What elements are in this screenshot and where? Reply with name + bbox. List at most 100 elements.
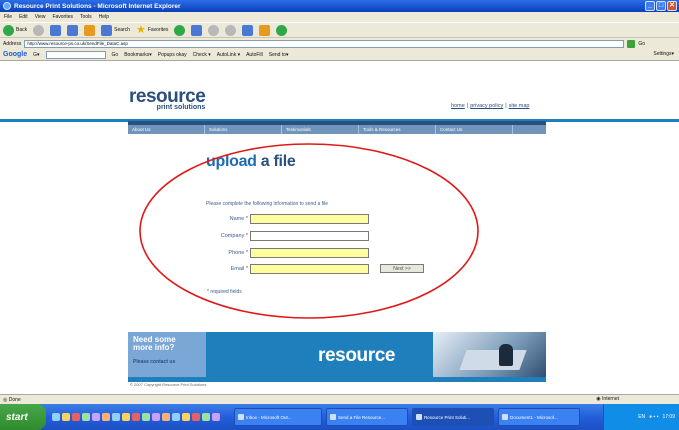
- window-title: Resource Print Solutions - Microsoft Int…: [14, 2, 181, 10]
- stop-icon[interactable]: [50, 24, 62, 36]
- security-zone: ◉ Internet: [596, 396, 619, 402]
- search-button[interactable]: Search: [101, 24, 130, 36]
- language-indicator[interactable]: EN: [638, 414, 645, 420]
- nav-tools-resources[interactable]: Tools & Resources: [359, 125, 436, 134]
- go-arrow-icon[interactable]: [627, 39, 636, 48]
- quick-launch-icon[interactable]: [122, 413, 130, 421]
- back-button[interactable]: Back: [3, 24, 27, 36]
- link-separator: |: [505, 103, 507, 109]
- quick-launch-icon[interactable]: [152, 413, 160, 421]
- quick-launch-icon[interactable]: [192, 413, 200, 421]
- google-check-button[interactable]: Check ▾: [193, 52, 211, 58]
- site-map-link[interactable]: site map: [509, 103, 530, 109]
- mail-icon[interactable]: [208, 24, 220, 36]
- footer-brand-logo: resource: [318, 345, 396, 366]
- ie-icon: [3, 2, 11, 10]
- clock: 17:09: [662, 414, 675, 420]
- favorites-star-icon: ★: [135, 23, 146, 36]
- address-label: Address: [3, 40, 22, 47]
- contact-us-link[interactable]: Please contact us: [133, 359, 201, 365]
- print-icon[interactable]: [225, 24, 237, 36]
- google-menu-button[interactable]: G▾: [33, 52, 39, 58]
- google-bookmarks-button[interactable]: Bookmarks▾: [124, 52, 152, 58]
- quick-launch-icon[interactable]: [102, 413, 110, 421]
- messenger-icon[interactable]: [276, 24, 288, 36]
- quick-launch-icon[interactable]: [92, 413, 100, 421]
- quick-launch-icon[interactable]: [82, 413, 90, 421]
- nav-solutions[interactable]: Solutions: [205, 125, 282, 134]
- edit-icon[interactable]: [242, 24, 254, 36]
- privacy-policy-link[interactable]: privacy policy: [470, 103, 503, 109]
- quick-launch-icon[interactable]: [72, 413, 80, 421]
- nav-contact-us[interactable]: Contact Us: [436, 125, 513, 134]
- menu-file[interactable]: File: [4, 14, 12, 20]
- page-viewport: resource print solutions home | privacy …: [0, 62, 679, 394]
- menu-bar: File Edit View Favorites Tools Help: [0, 12, 679, 22]
- status-bar: ◎ Done ◉ Internet: [0, 394, 679, 404]
- address-url: http://www.resource-ps.co.uk/SendFile_Da…: [27, 41, 128, 46]
- quick-launch-icon[interactable]: [62, 413, 70, 421]
- google-autolink-button[interactable]: AutoLink ▾: [217, 52, 240, 58]
- outlook-icon: [238, 414, 244, 420]
- quick-launch-icon[interactable]: [172, 413, 180, 421]
- quick-launch-icon[interactable]: [212, 413, 220, 421]
- refresh-icon[interactable]: [67, 24, 79, 36]
- more-info-box[interactable]: Need some more info? Please contact us: [128, 332, 206, 377]
- search-icon: [101, 24, 113, 36]
- back-arrow-icon: [3, 24, 14, 36]
- close-button[interactable]: ✕: [667, 1, 677, 11]
- google-toolbar: Google G▾ Go Bookmarks▾ Popups okay Chec…: [0, 49, 679, 61]
- minimize-button[interactable]: _: [645, 1, 655, 11]
- menu-view[interactable]: View: [35, 14, 46, 20]
- google-sendto-button[interactable]: Send to▾: [269, 52, 289, 58]
- logo-main: resource: [129, 86, 206, 107]
- home-icon[interactable]: [84, 24, 96, 36]
- google-popups-button[interactable]: Popups okay: [158, 52, 187, 58]
- quick-launch-icon[interactable]: [202, 413, 210, 421]
- task-inbox[interactable]: Inbox - Microsoft Out...: [234, 408, 322, 426]
- address-bar: Address http://www.resource-ps.co.uk/Sen…: [0, 38, 679, 49]
- maximize-button[interactable]: □: [656, 1, 666, 11]
- task-resource-print[interactable]: Resource Print Soluti...: [412, 408, 494, 426]
- system-tray: EN ● ▪ ▪ 17:09: [603, 404, 679, 430]
- history-icon[interactable]: [191, 24, 203, 36]
- google-go-button[interactable]: Go: [112, 52, 119, 58]
- nav-testimonials[interactable]: Testimonials: [282, 125, 359, 134]
- nav-about-us[interactable]: About Us: [128, 125, 205, 134]
- start-button[interactable]: start: [0, 404, 46, 430]
- address-input[interactable]: http://www.resource-ps.co.uk/SendFile_Da…: [24, 39, 625, 48]
- quick-launch-icon[interactable]: [112, 413, 120, 421]
- forward-arrow-icon[interactable]: [33, 24, 45, 36]
- menu-tools[interactable]: Tools: [80, 14, 92, 20]
- copyright-text: © 2007 Copyright Resource Print Solution…: [130, 382, 207, 387]
- google-search-input[interactable]: [45, 50, 106, 59]
- ie-task-icon: [416, 414, 422, 420]
- quick-launch-icon[interactable]: [162, 413, 170, 421]
- site-logo[interactable]: resource print solutions: [129, 86, 206, 111]
- google-settings-button[interactable]: Settings▾: [653, 51, 674, 57]
- google-logo: Google: [3, 51, 28, 58]
- task-document1[interactable]: Document1 - Microsof...: [498, 408, 580, 426]
- home-link[interactable]: home: [451, 103, 465, 109]
- menu-help[interactable]: Help: [99, 14, 109, 20]
- main-nav: About Us Solutions Testimonials Tools & …: [128, 125, 546, 134]
- tray-icons[interactable]: ● ▪ ▪: [649, 414, 658, 420]
- menu-edit[interactable]: Edit: [19, 14, 28, 20]
- google-autofill-button[interactable]: AutoFill: [246, 52, 263, 58]
- quick-launch-icon[interactable]: [132, 413, 140, 421]
- quick-launch-icon[interactable]: [52, 413, 60, 421]
- title-bar: Resource Print Solutions - Microsoft Int…: [0, 0, 679, 12]
- media-icon[interactable]: [174, 24, 186, 36]
- go-button-label[interactable]: Go: [638, 41, 645, 47]
- ie-task-icon: [330, 414, 336, 420]
- link-separator: |: [466, 103, 469, 109]
- menu-favorites[interactable]: Favorites: [52, 14, 73, 20]
- favorites-button[interactable]: ★ Favorites: [135, 23, 168, 36]
- task-send-file[interactable]: Send a File Resource...: [326, 408, 408, 426]
- taskbar: start Inbox - Microsoft Out... Send a Fi…: [0, 404, 679, 430]
- quick-launch-icon[interactable]: [142, 413, 150, 421]
- quick-launch: [52, 413, 220, 421]
- quick-launch-icon[interactable]: [182, 413, 190, 421]
- folder-icon[interactable]: [259, 24, 271, 36]
- photo-person: [499, 344, 513, 366]
